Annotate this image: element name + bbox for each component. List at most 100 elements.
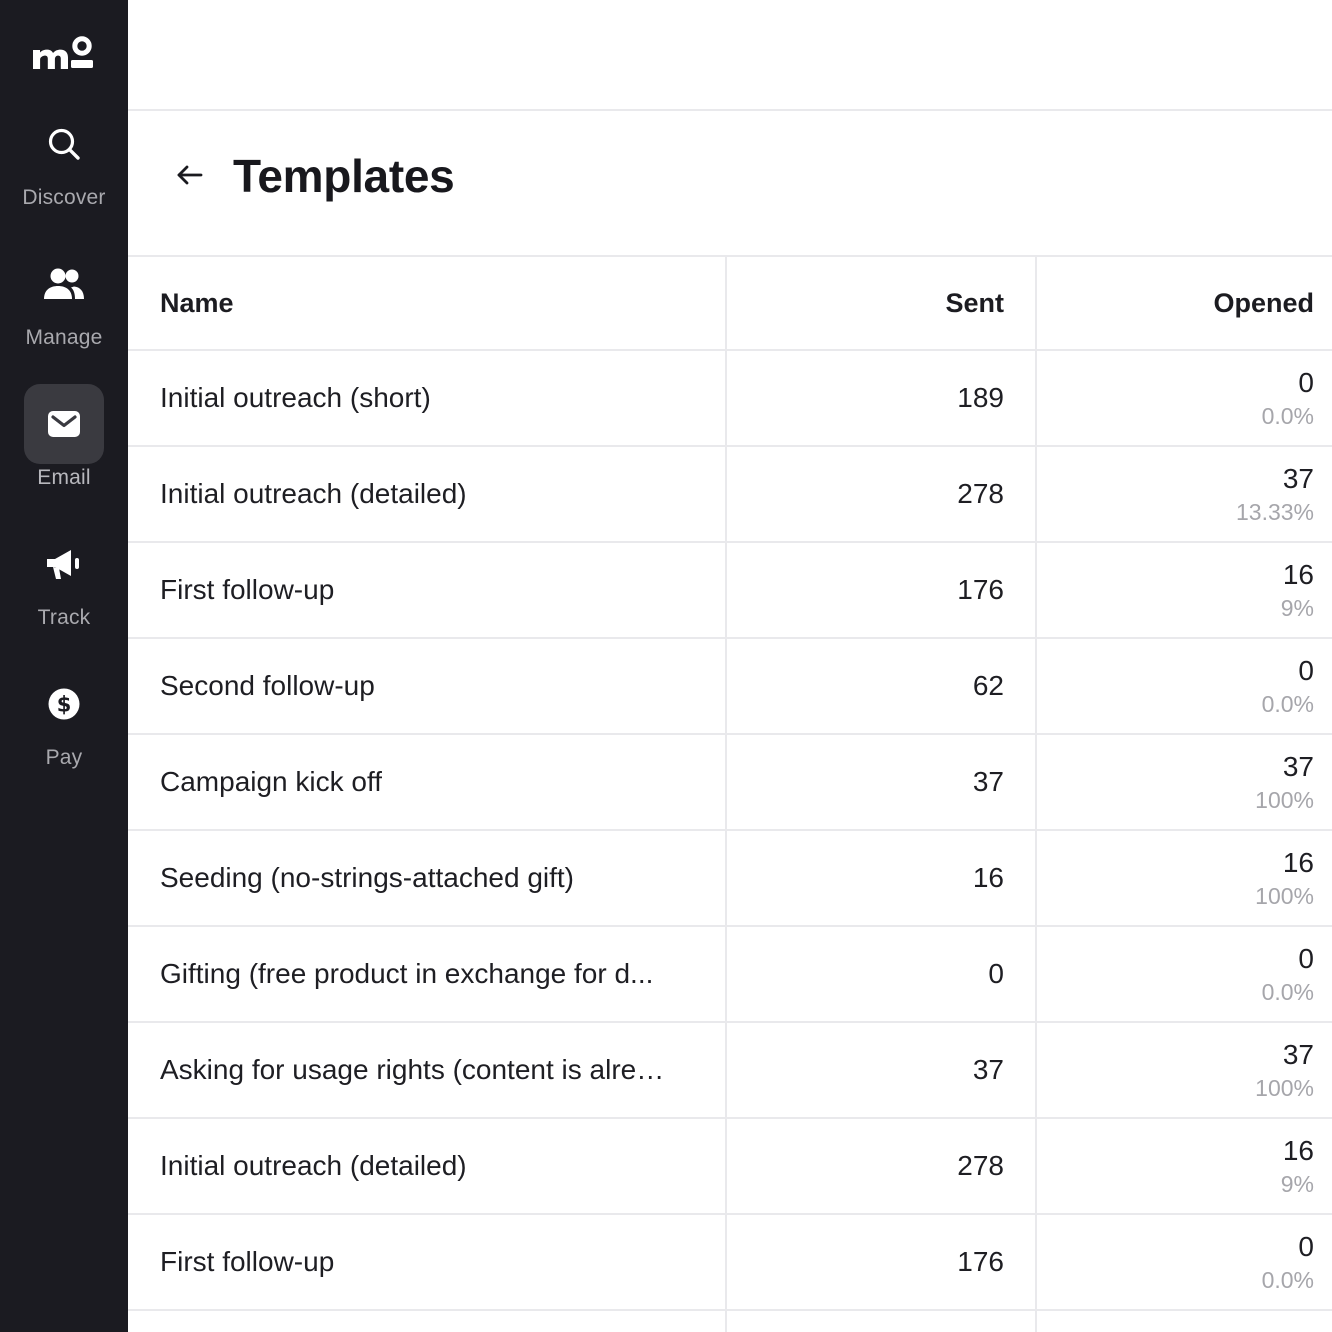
sidebar-item-label: Email <box>37 466 91 489</box>
svg-text:$: $ <box>57 693 72 717</box>
opened-count: 37 <box>1282 751 1314 782</box>
template-name[interactable]: First follow-up <box>160 1246 334 1278</box>
sent-count: 0 <box>988 958 1004 989</box>
opened-count: 16 <box>1282 559 1314 590</box>
table-row[interactable]: First follow-up 176 16 9% <box>128 543 1332 639</box>
template-name[interactable]: Asking for usage rights (content is alre… <box>160 1054 664 1086</box>
table-cell-name: Asking for usage rights (content is alre… <box>128 1023 727 1117</box>
column-header-name[interactable]: Name <box>128 257 727 349</box>
opened-percentage: 0.0% <box>1261 403 1314 429</box>
sent-count: 37 <box>972 1054 1004 1085</box>
template-name[interactable]: Initial outreach (detailed) <box>160 478 467 510</box>
table-cell-sent: 0 <box>727 927 1037 1021</box>
table-cell-name: First follow-up <box>128 543 727 637</box>
sent-count: 189 <box>957 382 1004 413</box>
table-cell-sent: 62 <box>727 639 1037 733</box>
table-cell-sent: 176 <box>727 543 1037 637</box>
opened-count: 37 <box>1282 1039 1314 1070</box>
dollar-circle-icon: $ <box>48 688 80 720</box>
back-button[interactable] <box>174 157 204 193</box>
nav-icon-wrap <box>24 244 104 324</box>
column-header-opened[interactable]: Opened <box>1037 257 1332 349</box>
table-row[interactable]: Seeding (no-strings-attached gift) 16 16 10… <box>128 831 1332 927</box>
table-row[interactable]: Gifting (free product in exchange for d.… <box>128 927 1332 1023</box>
table-row[interactable]: Asking for usage rights (content is alre… <box>128 1023 1332 1119</box>
table-row[interactable]: Second follow-up 62 0 0.0% <box>128 639 1332 735</box>
table-row[interactable]: Initial outreach (detailed) 278 37 13.33% <box>128 447 1332 543</box>
users-icon <box>44 268 84 299</box>
templates-table: Name Sent Opened Initial outreach (short… <box>128 257 1332 1332</box>
opened-count: 0 <box>1298 367 1314 398</box>
page-header: Templates <box>128 111 1332 257</box>
sidebar-item-manage[interactable]: Manage <box>0 244 128 364</box>
table-cell-opened: 16 9% <box>1037 543 1332 637</box>
table-cell-name: Gifting (free product in exchange for d.… <box>128 927 727 1021</box>
sidebar-item-discover[interactable]: Discover <box>0 104 128 224</box>
arrow-left-icon <box>177 165 203 185</box>
opened-percentage: 9% <box>1280 1171 1314 1197</box>
top-bar <box>128 0 1332 111</box>
table-row-partial <box>128 1311 1332 1332</box>
table-cell-opened: 16 100% <box>1037 831 1332 925</box>
sent-count: 176 <box>957 1246 1004 1277</box>
table-row[interactable]: Initial outreach (detailed) 278 16 9% <box>128 1119 1332 1215</box>
table-cell-name: Initial outreach (detailed) <box>128 447 727 541</box>
sidebar-item-email[interactable]: Email <box>0 384 128 504</box>
table-cell-sent: 189 <box>727 351 1037 445</box>
table-cell-name: Seeding (no-strings-attached gift) <box>128 831 727 925</box>
sidebar: Discover Manage Email Track $ Pay <box>0 0 128 1332</box>
nav-icon-wrap <box>24 524 104 604</box>
opened-count: 16 <box>1282 847 1314 878</box>
table-cell-opened: 0 0.0% <box>1037 639 1332 733</box>
brand-logo[interactable] <box>0 36 128 76</box>
opened-count: 0 <box>1298 655 1314 686</box>
sent-count: 37 <box>972 766 1004 797</box>
sent-count: 176 <box>957 574 1004 605</box>
table-cell-opened: 0 0.0% <box>1037 351 1332 445</box>
template-name[interactable]: Initial outreach (short) <box>160 382 431 414</box>
table-cell-name: Initial outreach (short) <box>128 351 727 445</box>
table-cell-opened: 37 13.33% <box>1037 447 1332 541</box>
opened-percentage: 100% <box>1255 787 1314 813</box>
nav-icon-wrap <box>24 384 104 464</box>
search-icon <box>48 128 80 160</box>
column-header-sent[interactable]: Sent <box>727 257 1037 349</box>
template-name[interactable]: Second follow-up <box>160 670 375 702</box>
opened-percentage: 0.0% <box>1261 1267 1314 1293</box>
sent-count: 278 <box>957 478 1004 509</box>
opened-percentage: 0.0% <box>1261 979 1314 1005</box>
sent-count: 278 <box>957 1150 1004 1181</box>
table-cell-name: Campaign kick off <box>128 735 727 829</box>
sent-count: 16 <box>972 862 1004 893</box>
page-title: Templates <box>233 150 455 202</box>
opened-count: 37 <box>1282 463 1314 494</box>
table-cell-sent: 37 <box>727 1023 1037 1117</box>
template-name[interactable]: First follow-up <box>160 574 334 606</box>
table-cell-opened <box>1037 1311 1332 1332</box>
opened-percentage: 100% <box>1255 1075 1314 1101</box>
table-cell-opened: 37 100% <box>1037 1023 1332 1117</box>
table-row[interactable]: Initial outreach (short) 189 0 0.0% <box>128 351 1332 447</box>
opened-count: 16 <box>1282 1135 1314 1166</box>
sidebar-item-track[interactable]: Track <box>0 524 128 644</box>
table-cell-sent: 37 <box>727 735 1037 829</box>
nav-icon-wrap: $ <box>24 664 104 744</box>
sidebar-item-pay[interactable]: $ Pay <box>0 664 128 784</box>
table-cell-opened: 16 9% <box>1037 1119 1332 1213</box>
table-row[interactable]: First follow-up 176 0 0.0% <box>128 1215 1332 1311</box>
opened-percentage: 9% <box>1280 595 1314 621</box>
table-cell-sent: 278 <box>727 1119 1037 1213</box>
table-cell-sent: 16 <box>727 831 1037 925</box>
opened-count: 0 <box>1298 1231 1314 1262</box>
opened-count: 0 <box>1298 943 1314 974</box>
template-name[interactable]: Campaign kick off <box>160 766 382 798</box>
table-cell-opened: 0 0.0% <box>1037 927 1332 1021</box>
template-name[interactable]: Initial outreach (detailed) <box>160 1150 467 1182</box>
template-name[interactable]: Gifting (free product in exchange for d.… <box>160 958 653 990</box>
table-row[interactable]: Campaign kick off 37 37 100% <box>128 735 1332 831</box>
template-name[interactable]: Seeding (no-strings-attached gift) <box>160 862 574 894</box>
table-body: Initial outreach (short) 189 0 0.0% Initial … <box>128 351 1332 1311</box>
table-cell-opened: 37 100% <box>1037 735 1332 829</box>
opened-percentage: 0.0% <box>1261 691 1314 717</box>
sent-count: 62 <box>972 670 1004 701</box>
